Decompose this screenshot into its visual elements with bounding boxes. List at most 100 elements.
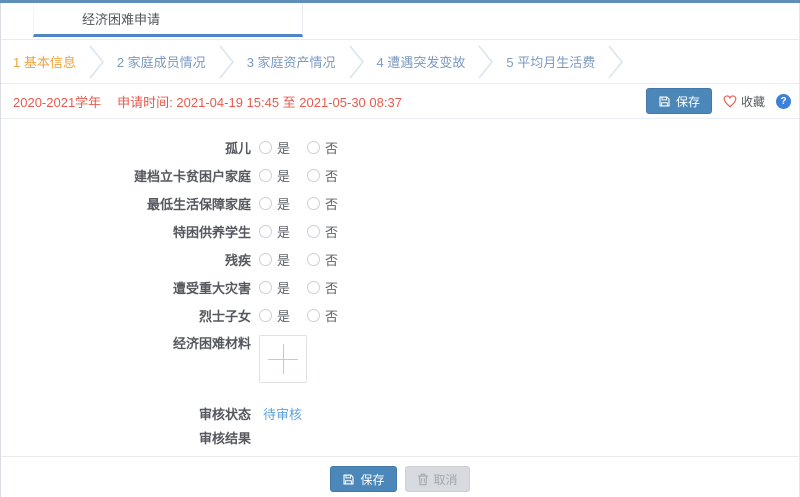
- radio-group: 是否: [259, 250, 355, 269]
- radio-option-label: 否: [325, 166, 338, 185]
- radio-option-label: 是: [277, 278, 290, 297]
- chevron-right-icon: [478, 45, 493, 79]
- review-result-row: 审核结果: [1, 425, 799, 449]
- radio-group: 是否: [259, 166, 355, 185]
- field-label: 残疾: [1, 250, 251, 269]
- radio-option[interactable]: 是: [259, 278, 290, 297]
- radio-option-label: 是: [277, 250, 290, 269]
- radio-rows-container: 孤儿是否建档立卡贫困户家庭是否最低生活保障家庭是否特困供养学生是否残疾是否遭受重…: [1, 133, 799, 329]
- radio-circle-icon[interactable]: [307, 253, 320, 266]
- radio-circle-icon[interactable]: [307, 197, 320, 210]
- radio-option-label: 是: [277, 194, 290, 213]
- radio-option-label: 是: [277, 306, 290, 325]
- radio-option[interactable]: 否: [307, 222, 338, 241]
- radio-field-row: 烈士子女是否: [1, 301, 799, 329]
- favorite-button[interactable]: 收藏: [723, 93, 765, 110]
- tab-bar: 经济困难申请: [1, 3, 799, 40]
- step-label: 2 家庭成员情况: [117, 52, 206, 71]
- radio-field-row: 最低生活保障家庭是否: [1, 189, 799, 217]
- save-button-bottom[interactable]: 保存: [330, 466, 396, 492]
- header-actions: 保存 收藏 ?: [646, 88, 791, 114]
- field-label: 特困供养学生: [1, 222, 251, 241]
- radio-field-row: 残疾是否: [1, 245, 799, 273]
- radio-option[interactable]: 是: [259, 222, 290, 241]
- heart-icon: [723, 95, 737, 108]
- review-status-value: 待审核: [263, 404, 302, 423]
- radio-field-row: 建档立卡贫困户家庭是否: [1, 161, 799, 189]
- upload-material-box[interactable]: [259, 335, 307, 383]
- economic-hardship-application-page: 经济困难申请 1 基本信息 2 家庭成员情况 3 家庭资产情况 4 遭遇突发变故5 平…: [0, 0, 800, 497]
- step-tab-4[interactable]: 4 遭遇突发变故: [377, 45, 507, 79]
- step-tab-5[interactable]: 5 平均月生活费: [506, 45, 636, 79]
- radio-group: 是否: [259, 306, 355, 325]
- radio-group: 是否: [259, 194, 355, 213]
- review-status-row: 审核状态 待审核: [1, 401, 799, 425]
- radio-circle-icon[interactable]: [259, 197, 272, 210]
- review-result-label: 审核结果: [1, 428, 251, 447]
- radio-option-label: 否: [325, 250, 338, 269]
- step-tab-2[interactable]: 2 家庭成员情况: [117, 45, 247, 79]
- field-label: 最低生活保障家庭: [1, 194, 251, 213]
- application-info: 2020-2021学年 申请时间: 2021-04-19 15:45 至 202…: [13, 92, 402, 111]
- radio-option[interactable]: 否: [307, 306, 338, 325]
- step-tab-1[interactable]: 1 基本信息: [13, 45, 117, 79]
- radio-option-label: 是: [277, 166, 290, 185]
- chevron-right-icon: [349, 45, 364, 79]
- plus-icon: [268, 344, 298, 374]
- radio-option-label: 否: [325, 222, 338, 241]
- save-button-label: 保存: [676, 93, 700, 110]
- radio-option[interactable]: 否: [307, 278, 338, 297]
- tab-label: 经济困难申请: [82, 9, 160, 28]
- save-button-top[interactable]: 保存: [646, 88, 712, 114]
- tab-economic-hardship-application[interactable]: 经济困难申请: [33, 3, 303, 37]
- radio-circle-icon[interactable]: [307, 225, 320, 238]
- radio-option-label: 否: [325, 278, 338, 297]
- cancel-button-label: 取消: [434, 471, 458, 488]
- radio-option[interactable]: 否: [307, 250, 338, 269]
- radio-circle-icon[interactable]: [259, 225, 272, 238]
- radio-circle-icon[interactable]: [307, 169, 320, 182]
- field-label: 孤儿: [1, 138, 251, 157]
- radio-option-label: 否: [325, 306, 338, 325]
- field-label: 建档立卡贫困户家庭: [1, 166, 251, 185]
- radio-option[interactable]: 是: [259, 138, 290, 157]
- radio-option[interactable]: 否: [307, 194, 338, 213]
- favorite-label: 收藏: [741, 93, 765, 110]
- field-label: 遭受重大灾害: [1, 278, 251, 297]
- help-icon[interactable]: ?: [776, 94, 791, 109]
- save-button-label: 保存: [360, 471, 384, 488]
- radio-circle-icon[interactable]: [259, 169, 272, 182]
- radio-field-row: 遭受重大灾害是否: [1, 273, 799, 301]
- steps-bar: 1 基本信息 2 家庭成员情况 3 家庭资产情况 4 遭遇突发变故5 平均月生活费: [1, 40, 799, 84]
- radio-option[interactable]: 是: [259, 250, 290, 269]
- radio-option[interactable]: 否: [307, 138, 338, 157]
- material-field-row: 经济困难材料: [1, 335, 799, 385]
- radio-group: 是否: [259, 138, 355, 157]
- save-icon: [342, 473, 355, 486]
- radio-option-label: 是: [277, 222, 290, 241]
- cancel-button[interactable]: 取消: [405, 466, 470, 492]
- step-label: 3 家庭资产情况: [247, 52, 336, 71]
- radio-circle-icon[interactable]: [307, 141, 320, 154]
- save-icon: [658, 95, 671, 108]
- radio-circle-icon[interactable]: [259, 141, 272, 154]
- radio-option[interactable]: 是: [259, 306, 290, 325]
- step-label: 5 平均月生活费: [506, 52, 595, 71]
- radio-circle-icon[interactable]: [259, 281, 272, 294]
- radio-circle-icon[interactable]: [307, 309, 320, 322]
- radio-option[interactable]: 是: [259, 166, 290, 185]
- chevron-right-icon: [89, 45, 104, 79]
- apply-time-text: 申请时间: 2021-04-19 15:45 至 2021-05-30 08:3…: [117, 92, 402, 111]
- radio-field-row: 特困供养学生 是 否: [1, 217, 799, 245]
- radio-option[interactable]: 是: [259, 194, 290, 213]
- radio-option-label: 否: [325, 138, 338, 157]
- radio-circle-icon[interactable]: [259, 309, 272, 322]
- radio-group: 是否: [259, 278, 355, 297]
- step-label: 1 基本信息: [13, 52, 76, 71]
- radio-circle-icon[interactable]: [259, 253, 272, 266]
- radio-circle-icon[interactable]: [307, 281, 320, 294]
- footer-actions: 保存 取消: [1, 456, 799, 497]
- step-tab-3[interactable]: 3 家庭资产情况: [247, 45, 377, 79]
- radio-option[interactable]: 否: [307, 166, 338, 185]
- school-year-text: 2020-2021学年: [13, 92, 101, 111]
